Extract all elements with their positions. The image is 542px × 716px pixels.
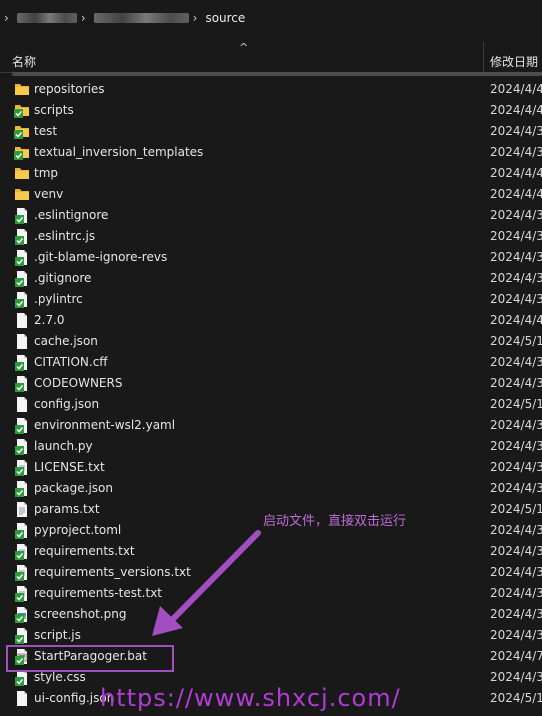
annotation-arrow [152,530,261,636]
watermark-url: https://www.shxcj.com/ [100,684,401,712]
